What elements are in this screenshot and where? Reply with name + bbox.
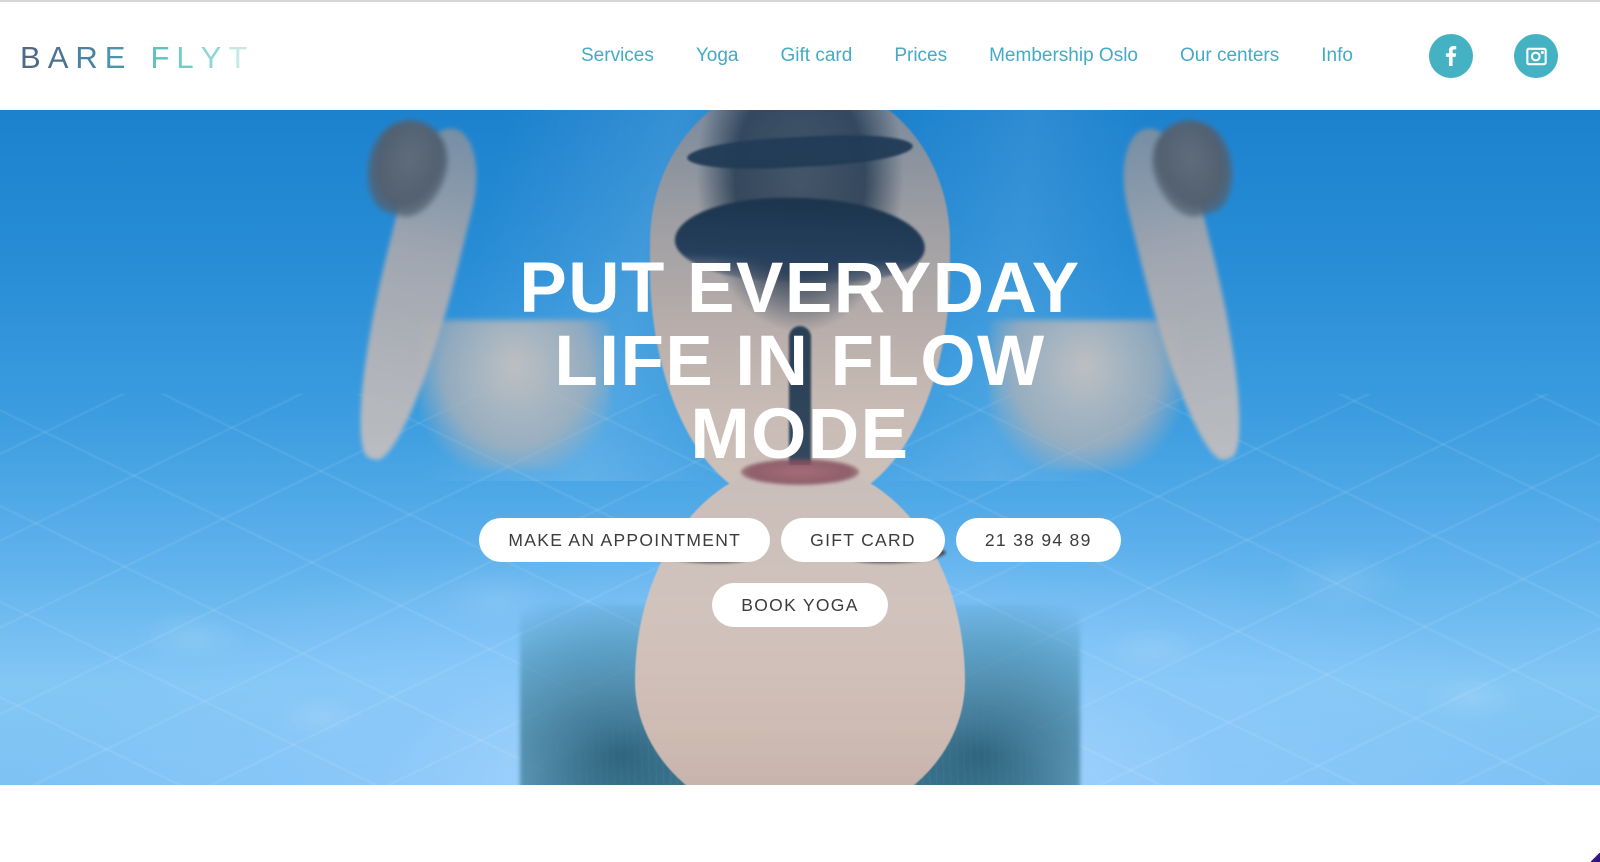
nav-item-info[interactable]: Info xyxy=(1300,45,1374,67)
social-links xyxy=(1429,2,1558,110)
logo-letter: B xyxy=(20,40,48,75)
nav-item-services[interactable]: Services xyxy=(560,45,675,67)
hero-content: PUT EVERYDAY LIFE IN FLOW MODE MAKE AN A… xyxy=(0,110,1600,785)
page-body-below-hero xyxy=(0,785,1600,862)
logo-letter: Y xyxy=(200,40,229,75)
hero-cta-row-secondary: BOOK YOGA xyxy=(712,583,888,627)
hero-title-line-1: PUT EVERYDAY xyxy=(519,249,1081,328)
nav-item-membership-oslo[interactable]: Membership Oslo xyxy=(968,45,1159,67)
logo-letter: E xyxy=(104,40,133,75)
gift-card-button[interactable]: GIFT CARD xyxy=(781,518,945,562)
logo-letter: F xyxy=(150,40,177,75)
site-header: BARE FLYT Services Yoga Gift card Prices … xyxy=(0,2,1600,110)
logo-letter: L xyxy=(176,40,201,75)
nav-item-our-centers[interactable]: Our centers xyxy=(1159,45,1300,67)
hero-title-line-3: MODE xyxy=(690,395,910,474)
book-yoga-button[interactable]: BOOK YOGA xyxy=(712,583,888,627)
window-resize-handle[interactable] xyxy=(1591,853,1600,862)
nav-item-prices[interactable]: Prices xyxy=(873,45,968,67)
instagram-icon[interactable] xyxy=(1514,34,1558,78)
logo-letter: A xyxy=(47,40,76,75)
main-navigation: Services Yoga Gift card Prices Membershi… xyxy=(560,2,1374,110)
hero-title: PUT EVERYDAY LIFE IN FLOW MODE xyxy=(519,252,1080,471)
site-logo[interactable]: BARE FLYT xyxy=(20,40,254,76)
make-appointment-button[interactable]: MAKE AN APPOINTMENT xyxy=(479,518,771,562)
facebook-icon[interactable] xyxy=(1429,34,1473,78)
phone-number-button[interactable]: 21 38 94 89 xyxy=(955,518,1121,562)
hero-cta-row-primary: MAKE AN APPOINTMENT GIFT CARD 21 38 94 8… xyxy=(479,518,1121,562)
hero-title-line-2: LIFE IN FLOW xyxy=(554,322,1046,401)
nav-item-gift-card[interactable]: Gift card xyxy=(760,45,874,67)
logo-letter: R xyxy=(75,40,105,75)
logo-letter: T xyxy=(228,40,255,75)
nav-item-yoga[interactable]: Yoga xyxy=(675,45,760,67)
hero-banner: PUT EVERYDAY LIFE IN FLOW MODE MAKE AN A… xyxy=(0,110,1600,785)
page-root: BARE FLYT Services Yoga Gift card Prices … xyxy=(0,0,1600,862)
